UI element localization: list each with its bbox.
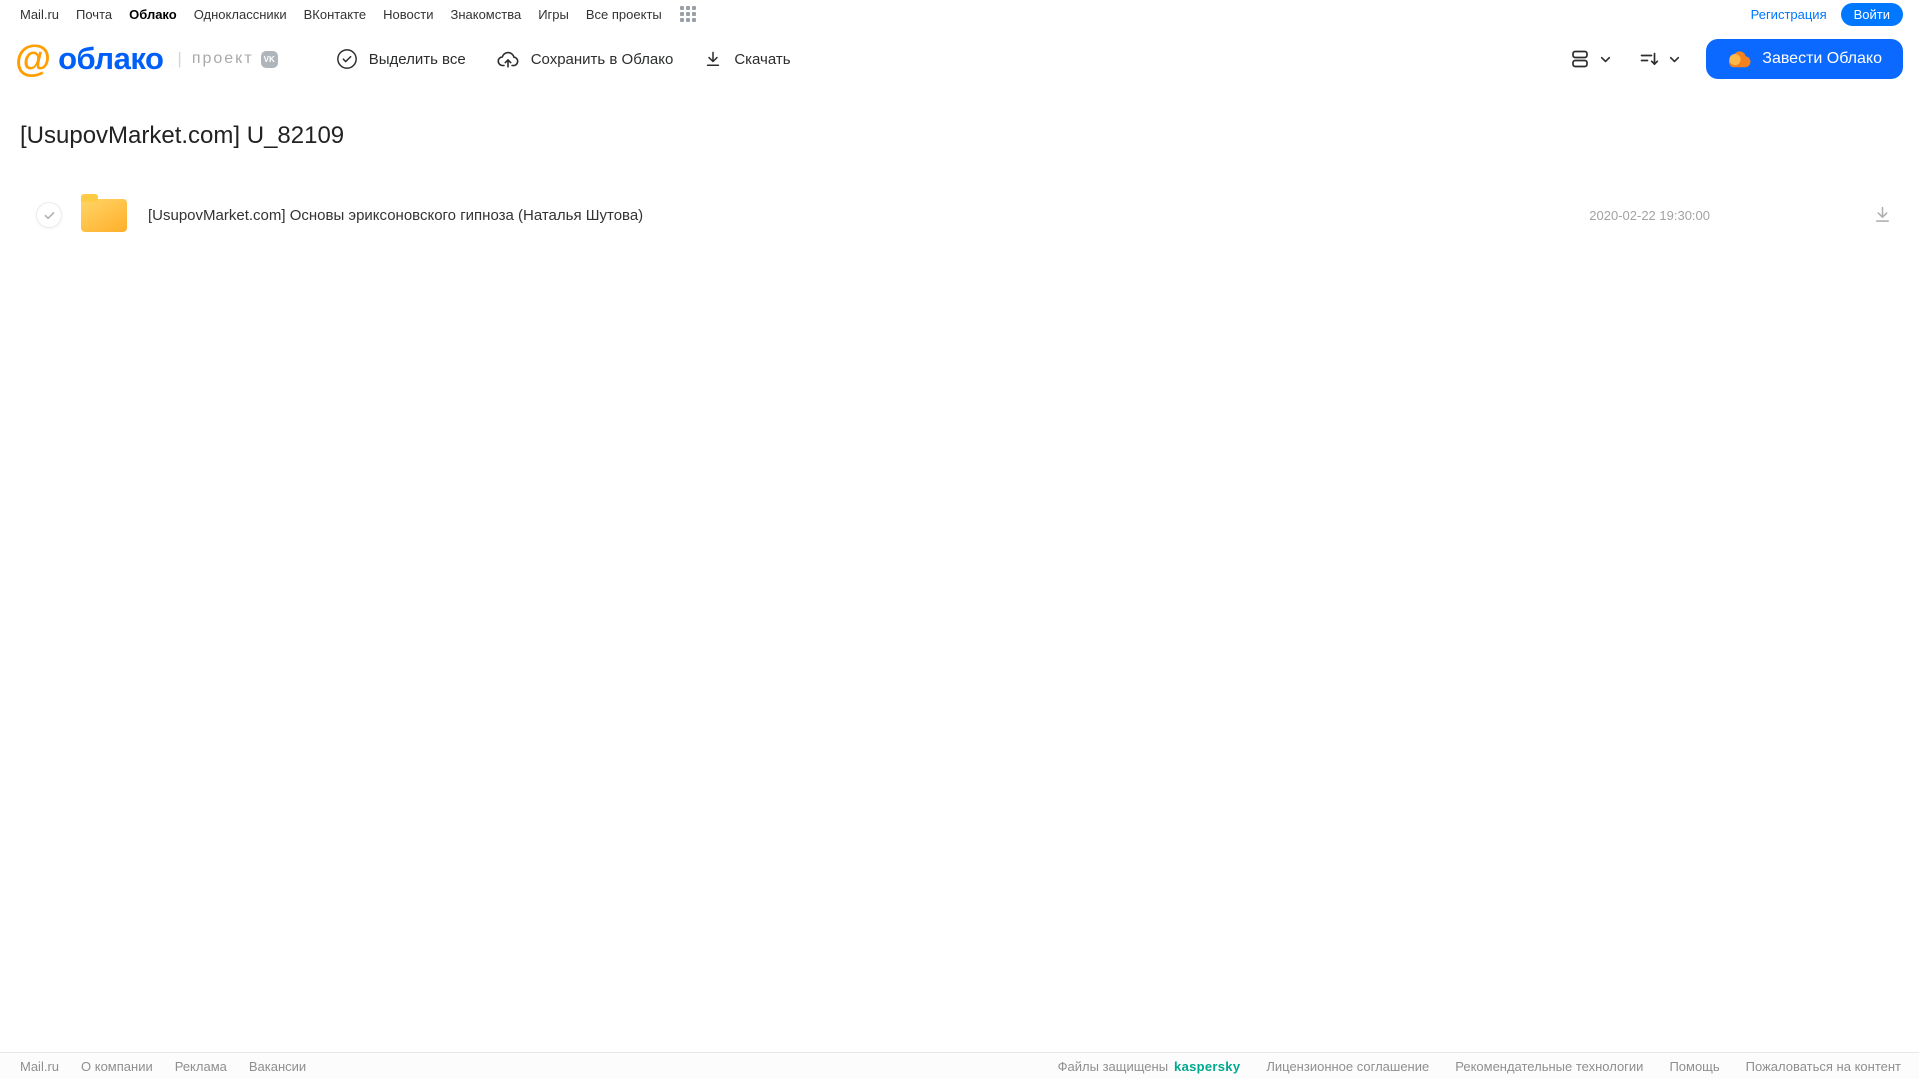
kaspersky-logo[interactable]: kaspersky xyxy=(1174,1059,1240,1074)
topnav-games[interactable]: Игры xyxy=(538,7,569,22)
sort-switcher[interactable] xyxy=(1637,47,1681,71)
page-title: [UsupovMarket.com] U_82109 xyxy=(20,122,345,149)
all-projects-grid-icon[interactable] xyxy=(679,6,696,22)
footer-link-license[interactable]: Лицензионное соглашение xyxy=(1266,1059,1429,1074)
portal-auth: Регистрация Войти xyxy=(1751,2,1903,26)
topnav-news[interactable]: Новости xyxy=(383,7,433,22)
footer-link-report[interactable]: Пожаловаться на контент xyxy=(1746,1059,1901,1074)
topnav-odnoklassniki[interactable]: Одноклассники xyxy=(194,7,287,22)
chevron-down-icon xyxy=(1668,53,1681,66)
registration-link[interactable]: Регистрация xyxy=(1751,7,1827,22)
save-to-cloud-button[interactable]: Сохранить в Облако xyxy=(496,47,674,71)
get-cloud-button[interactable]: Завести Облако xyxy=(1706,39,1903,79)
logo-divider: | xyxy=(177,49,182,68)
select-all-label: Выделить все xyxy=(368,50,466,68)
header-right-controls: Завести Облако xyxy=(1568,39,1903,79)
row-download-icon[interactable] xyxy=(1872,204,1893,225)
portal-nav: Mail.ru Почта Облако Одноклассники ВКонт… xyxy=(20,6,696,22)
main-content: [UsupovMarket.com] U_82109 [UsupovMarket… xyxy=(0,122,1919,239)
app-header: @ облако | проект VK Выделить все Сохран… xyxy=(0,28,1919,90)
list-view-icon xyxy=(1568,47,1592,71)
download-icon xyxy=(703,49,723,69)
page-footer: Mail.ru О компании Реклама Вакансии Файл… xyxy=(0,1052,1919,1079)
footer-link-about[interactable]: О компании xyxy=(81,1059,153,1074)
topnav-mail[interactable]: Почта xyxy=(76,7,112,22)
login-button[interactable]: Войти xyxy=(1840,2,1903,26)
row-checkbox[interactable] xyxy=(36,202,62,228)
portal-topbar: Mail.ru Почта Облако Одноклассники ВКонт… xyxy=(0,0,1919,28)
footer-left-links: Mail.ru О компании Реклама Вакансии xyxy=(20,1059,306,1074)
download-button[interactable]: Скачать xyxy=(703,49,791,69)
footer-link-mailru[interactable]: Mail.ru xyxy=(20,1059,59,1074)
footer-right-links: Файлы защищены kaspersky Лицензионное со… xyxy=(1058,1059,1901,1074)
sort-icon xyxy=(1637,47,1661,71)
vk-badge-icon: VK xyxy=(260,50,278,68)
footer-link-jobs[interactable]: Вакансии xyxy=(249,1059,306,1074)
file-name[interactable]: [UsupovMarket.com] Основы эриксоновского… xyxy=(148,207,643,224)
topnav-dating[interactable]: Знакомства xyxy=(450,7,521,22)
download-label: Скачать xyxy=(734,50,791,68)
get-cloud-label: Завести Облако xyxy=(1762,50,1882,67)
kaspersky-protected: Файлы защищены kaspersky xyxy=(1058,1059,1241,1074)
topnav-vkontakte[interactable]: ВКонтакте xyxy=(304,7,367,22)
folder-icon xyxy=(81,193,127,232)
footer-link-ads[interactable]: Реклама xyxy=(175,1059,227,1074)
file-list: [UsupovMarket.com] Основы эриксоновского… xyxy=(0,191,1919,239)
topnav-mailru[interactable]: Mail.ru xyxy=(20,7,59,22)
file-date: 2020-02-22 19:30:00 xyxy=(1589,207,1710,223)
mailru-at-icon: @ xyxy=(15,38,52,79)
save-to-cloud-label: Сохранить в Облако xyxy=(530,50,674,68)
file-toolbar: Выделить все Сохранить в Облако Скачать xyxy=(336,47,791,71)
chevron-down-icon xyxy=(1599,53,1612,66)
view-mode-switcher[interactable] xyxy=(1568,47,1612,71)
footer-link-recommendations[interactable]: Рекомендательные технологии xyxy=(1455,1059,1643,1074)
topnav-cloud[interactable]: Облако xyxy=(129,7,177,22)
cloud-upload-icon xyxy=(496,47,520,71)
footer-link-help[interactable]: Помощь xyxy=(1669,1059,1719,1074)
cloud-logo[interactable]: @ облако | проект VK xyxy=(15,38,278,79)
file-row[interactable]: [UsupovMarket.com] Основы эриксоновского… xyxy=(0,191,1919,239)
check-circle-icon xyxy=(336,48,358,70)
logo-text: облако xyxy=(58,41,164,76)
orange-cloud-icon xyxy=(1727,50,1751,68)
topnav-all-projects[interactable]: Все проекты xyxy=(586,7,662,22)
select-all-button[interactable]: Выделить все xyxy=(336,48,466,70)
protected-label: Файлы защищены xyxy=(1057,1058,1169,1074)
project-label: проект xyxy=(191,50,254,67)
